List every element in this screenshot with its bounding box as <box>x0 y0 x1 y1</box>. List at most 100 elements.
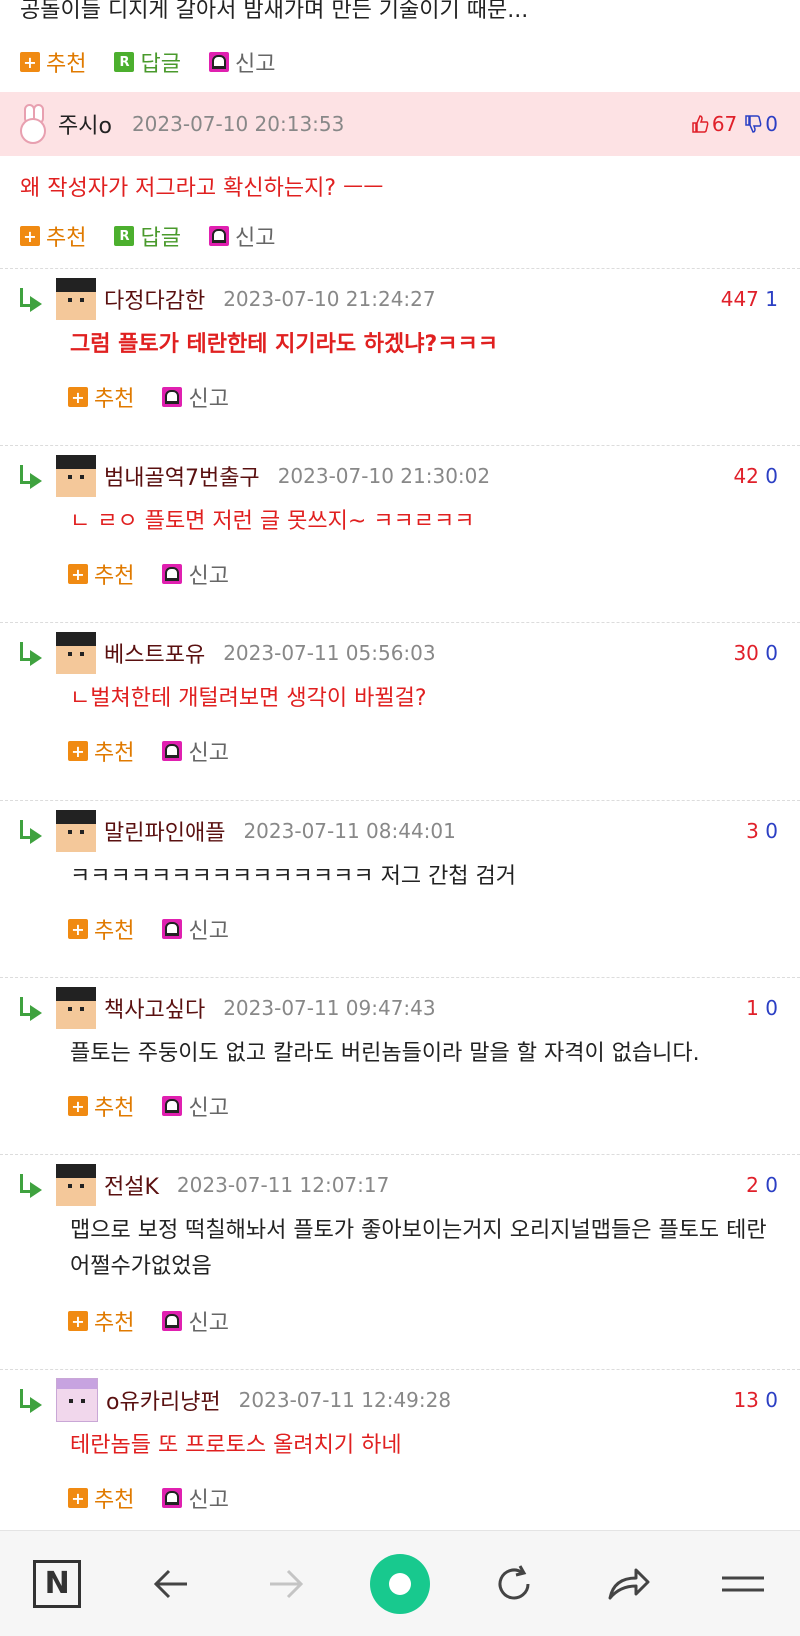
reply-votes: 2 0 <box>746 1173 778 1197</box>
recommend-button[interactable]: + 추천 <box>68 1482 134 1514</box>
avatar <box>56 1378 98 1422</box>
arrow-right-icon <box>269 1569 303 1598</box>
reply-author[interactable]: o유카리냥펀 <box>106 1384 221 1416</box>
siren-icon <box>162 1096 183 1116</box>
reply-author[interactable]: 베스트포유 <box>104 637 205 669</box>
reply-votes: 13 0 <box>733 1388 778 1412</box>
comment-list: 공돌이들 디지게 갈아서 밤새가며 만든 기술이기 때문... + 추천 R 답… <box>0 0 800 1530</box>
report-button[interactable]: 신고 <box>162 558 229 590</box>
avatar <box>56 987 96 1029</box>
thumbs-up-icon[interactable] <box>690 114 710 134</box>
report-button[interactable]: 신고 <box>208 46 275 78</box>
reply-item: 범내골역7번출구 2023-07-10 21:30:02 42 0 ㄴ ㄹㅇ 플… <box>0 445 800 622</box>
reply-date: 2023-07-11 08:44:01 <box>243 819 456 843</box>
recommend-button[interactable]: + 추천 <box>20 46 86 78</box>
siren-icon <box>162 564 183 584</box>
siren-icon <box>162 387 183 407</box>
recommend-button[interactable]: + 추천 <box>68 913 134 945</box>
report-button[interactable]: 신고 <box>162 1305 229 1337</box>
downvote-count: 0 <box>765 112 778 136</box>
reply-author[interactable]: 책사고싶다 <box>104 992 205 1024</box>
reply-actions: + 추천 신고 <box>68 381 257 413</box>
reply-date: 2023-07-10 21:24:27 <box>223 287 436 311</box>
report-button[interactable]: 신고 <box>162 735 229 767</box>
reply-text: 테란놈들 또 프로토스 올려치기 하네 <box>70 1433 402 1458</box>
reply-header: 책사고싶다 2023-07-11 09:47:43 1 0 <box>0 978 800 1038</box>
reload-button[interactable] <box>484 1554 544 1614</box>
reply-author[interactable]: 범내골역7번출구 <box>104 460 260 492</box>
naver-home-button[interactable]: N <box>27 1554 87 1614</box>
share-icon <box>608 1568 650 1599</box>
reply-actions: + 추천 신고 <box>68 913 257 945</box>
reply-header: 범내골역7번출구 2023-07-10 21:30:02 42 0 <box>0 446 800 506</box>
avatar <box>56 278 96 320</box>
reply-author[interactable]: 말린파인애플 <box>104 815 225 847</box>
reply-votes: 30 0 <box>733 641 778 665</box>
reply-text: ㄴ ㄹㅇ 플토면 저런 글 못쓰지~ ㅋㅋㄹㅋㅋ <box>70 509 475 534</box>
back-button[interactable] <box>141 1554 201 1614</box>
comment-actions: + 추천 R 답글 신고 <box>20 46 303 78</box>
reply-date: 2023-07-11 09:47:43 <box>223 996 436 1020</box>
comment-text: 왜 작성자가 저그라고 확신하는지? ㅡㅡ <box>20 176 384 201</box>
reply-header: o유카리냥펀 2023-07-11 12:49:28 13 0 <box>0 1370 800 1430</box>
plus-icon: + <box>68 1311 88 1331</box>
forward-button[interactable] <box>256 1554 316 1614</box>
recommend-button[interactable]: + 추천 <box>68 558 134 590</box>
comment-header: 주시o 2023-07-10 20:13:53 67 0 <box>0 92 800 156</box>
thumbs-down-icon[interactable] <box>743 114 763 134</box>
reply-date: 2023-07-11 05:56:03 <box>223 641 436 665</box>
avatar <box>56 455 96 497</box>
report-button[interactable]: 신고 <box>208 220 275 252</box>
reply-button[interactable]: R 답글 <box>114 220 181 252</box>
naver-n-icon: N <box>33 1559 82 1608</box>
siren-icon <box>162 741 183 761</box>
reply-votes: 42 0 <box>733 464 778 488</box>
reply-text: 맵으로 보정 떡칠해놔서 플토가 좋아보이는거지 오리지널맵들은 플토도 테란 … <box>70 1218 767 1279</box>
reply-actions: + 추천 신고 <box>68 735 257 767</box>
reply-actions: + 추천 신고 <box>68 1090 257 1122</box>
recommend-button[interactable]: + 추천 <box>68 735 134 767</box>
reply-arrow-icon <box>18 284 48 314</box>
reply-author[interactable]: 다정다감한 <box>104 283 205 315</box>
recommend-button[interactable]: + 추천 <box>68 1305 134 1337</box>
report-button[interactable]: 신고 <box>162 1090 229 1122</box>
green-dot-button[interactable] <box>369 1553 430 1614</box>
share-button[interactable] <box>599 1554 659 1614</box>
green-circle-icon <box>369 1553 430 1614</box>
reply-arrow-icon <box>18 993 48 1023</box>
browser-nav-bar: N <box>0 1530 800 1636</box>
recommend-button[interactable]: + 추천 <box>20 220 86 252</box>
comment-author[interactable]: 주시o <box>58 108 112 140</box>
recommend-button[interactable]: + 추천 <box>68 381 134 413</box>
menu-button[interactable] <box>713 1554 773 1614</box>
rabbit-avatar-icon <box>16 104 46 144</box>
plus-icon: + <box>68 1488 88 1508</box>
reply-item: 다정다감한 2023-07-10 21:24:27 447 1 그럼 플토가 테… <box>0 268 800 445</box>
reply-item: 책사고싶다 2023-07-11 09:47:43 1 0 플토는 주둥이도 없… <box>0 977 800 1154</box>
reply-text: ㄴ벌쳐한테 개털려보면 생각이 바뀔걸? <box>70 686 427 711</box>
reply-button[interactable]: R 답글 <box>114 46 181 78</box>
reply-item: o유카리냥펀 2023-07-11 12:49:28 13 0 테란놈들 또 프… <box>0 1369 800 1530</box>
plus-icon: + <box>68 564 88 584</box>
plus-icon: + <box>20 226 40 246</box>
reply-arrow-icon <box>18 638 48 668</box>
reply-author[interactable]: 전설K <box>104 1169 159 1201</box>
hamburger-menu-icon <box>721 1576 764 1591</box>
siren-icon <box>208 52 229 72</box>
recommend-button[interactable]: + 추천 <box>68 1090 134 1122</box>
report-button[interactable]: 신고 <box>162 913 229 945</box>
reply-header: 전설K 2023-07-11 12:07:17 2 0 <box>0 1155 800 1215</box>
reply-item: 베스트포유 2023-07-11 05:56:03 30 0 ㄴ벌쳐한테 개털려… <box>0 622 800 799</box>
avatar <box>56 632 96 674</box>
reply-text: 플토는 주둥이도 없고 칼라도 버린놈들이라 말을 할 자격이 없습니다. <box>70 1041 700 1066</box>
comment-actions: + 추천 R 답글 신고 <box>20 220 303 252</box>
upvote-count: 67 <box>711 112 738 136</box>
reply-item: 말린파인애플 2023-07-11 08:44:01 3 0 ㅋㅋㅋㅋㅋㅋㅋㅋㅋ… <box>0 800 800 977</box>
report-button[interactable]: 신고 <box>162 1482 229 1514</box>
siren-icon <box>162 1488 183 1508</box>
siren-icon <box>162 919 183 939</box>
reply-votes: 1 0 <box>746 996 778 1020</box>
siren-icon <box>208 226 229 246</box>
reply-votes: 447 1 <box>720 287 778 311</box>
report-button[interactable]: 신고 <box>162 381 229 413</box>
